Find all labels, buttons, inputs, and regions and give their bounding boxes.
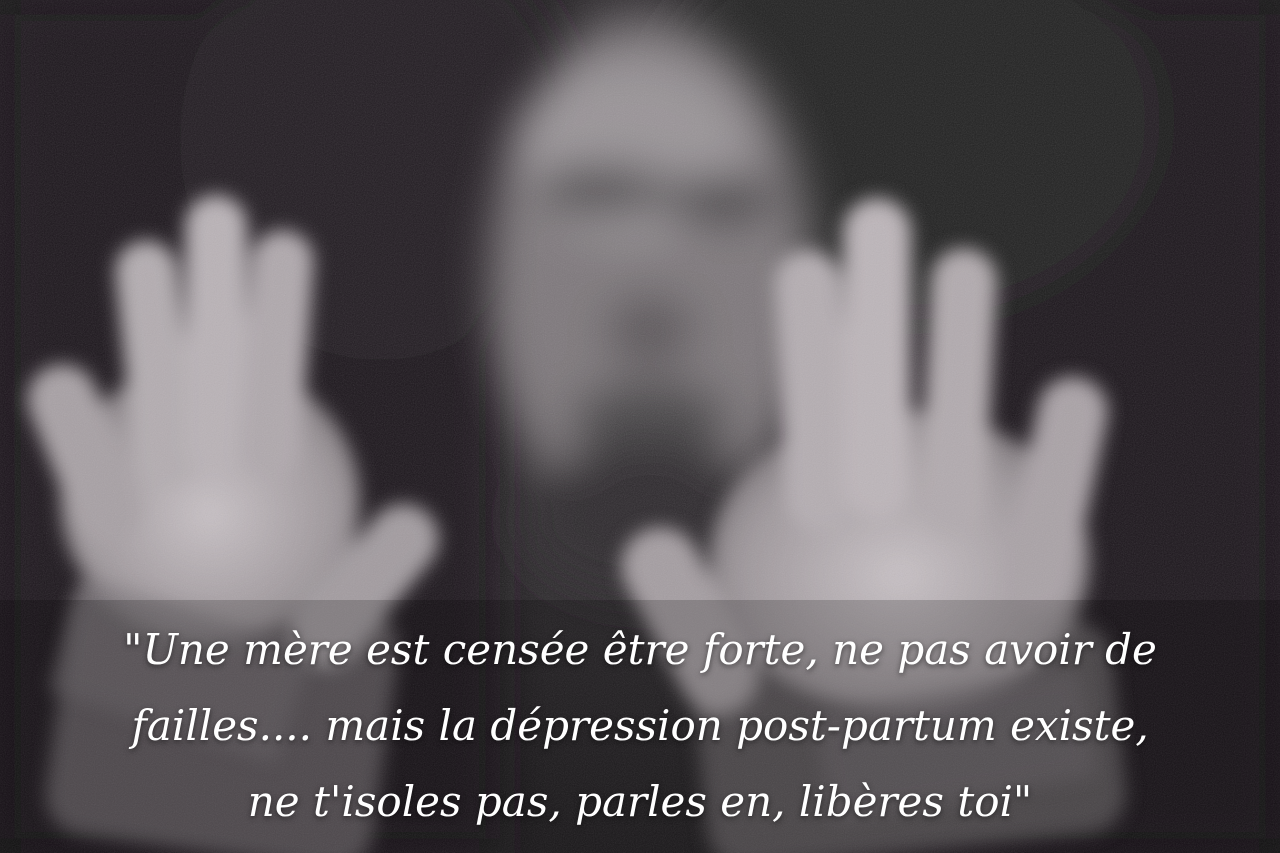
quote-text: "Une mère est censée être forte, ne pas … (40, 612, 1240, 840)
quote-line-1: "Une mère est censée être forte, ne pas … (123, 625, 1157, 674)
quote-line-3: ne t'isoles pas, parles en, libères toi" (247, 777, 1033, 826)
photo-scene: "Une mère est censée être forte, ne pas … (0, 0, 1280, 853)
quote-line-2: failles.... mais la dépression post-part… (131, 701, 1149, 750)
